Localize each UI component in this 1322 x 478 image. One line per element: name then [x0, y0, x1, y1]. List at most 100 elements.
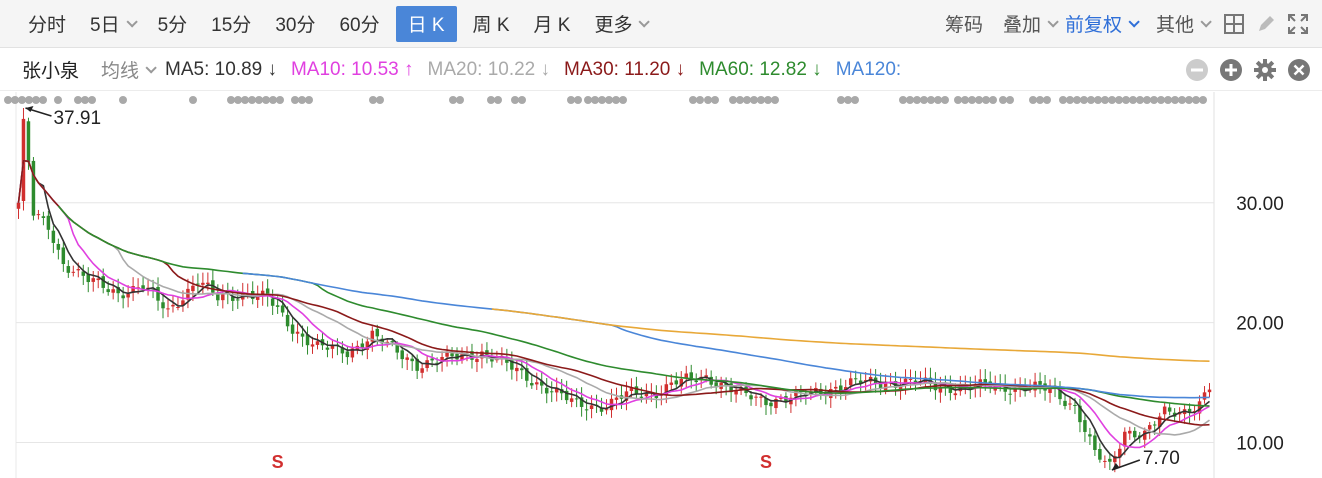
pen-icon[interactable]	[1250, 8, 1282, 40]
candle-body	[634, 386, 639, 395]
candle-body	[834, 386, 838, 389]
chevron-down-icon	[1200, 15, 1212, 28]
candle-body	[295, 331, 300, 334]
ma-item-3: MA30: 11.20 ↓	[564, 58, 686, 80]
event-dot	[999, 96, 1007, 104]
event-dot	[39, 96, 47, 104]
tab-period-4[interactable]: 30分	[263, 6, 327, 42]
candle-body	[530, 383, 534, 386]
candle-body	[535, 382, 539, 385]
chevron-down-icon	[145, 61, 157, 74]
candle-body	[71, 271, 76, 273]
candle-body	[589, 405, 594, 410]
event-dot	[32, 96, 40, 104]
candle-body	[430, 358, 434, 361]
event-dot	[88, 96, 96, 104]
fullscreen-icon[interactable]	[1282, 8, 1314, 40]
overlay-button[interactable]: 叠加	[993, 6, 1065, 42]
candle-body	[176, 307, 180, 309]
event-dot	[584, 96, 592, 104]
event-dot	[1143, 96, 1151, 104]
candle-body	[1073, 404, 1077, 406]
event-dot	[54, 96, 62, 104]
event-dot	[25, 96, 33, 104]
candle-body	[853, 378, 858, 380]
candle-body	[221, 294, 225, 301]
candle-body	[1103, 460, 1107, 462]
event-dot	[1043, 96, 1051, 104]
tab-period-2[interactable]: 5分	[146, 6, 200, 42]
candle-body	[549, 391, 554, 393]
tab-period-7[interactable]: 周 K	[461, 6, 522, 42]
candle-body	[1133, 430, 1137, 438]
tab-period-label: 30分	[275, 15, 316, 36]
event-dot	[591, 96, 599, 104]
tab-period-6[interactable]: 日 K	[395, 5, 457, 42]
minus-icon[interactable]	[1182, 55, 1212, 85]
event-dot	[1073, 96, 1081, 104]
event-dot	[934, 96, 942, 104]
event-dot	[449, 96, 457, 104]
event-dot	[1164, 96, 1172, 104]
event-dot	[764, 96, 772, 104]
event-dot	[941, 96, 949, 104]
candle-body	[285, 314, 290, 327]
candle-body	[16, 202, 21, 209]
event-dot	[276, 96, 284, 104]
sell-signal: S	[760, 452, 772, 472]
candle-body	[674, 380, 679, 385]
candle-body	[1202, 392, 1207, 400]
ma-selector-label: 均线	[101, 61, 140, 82]
ma-controls	[1182, 55, 1322, 85]
tab-period-5[interactable]: 60分	[327, 6, 391, 42]
event-dot	[619, 96, 627, 104]
chips-button[interactable]: 筹码	[935, 6, 993, 42]
event-dot	[598, 96, 606, 104]
adjust-button[interactable]: 前复权	[1065, 6, 1146, 42]
candle-body	[236, 299, 240, 301]
overlay-label: 叠加	[1002, 15, 1041, 36]
event-dot	[696, 96, 704, 104]
event-dot	[1171, 96, 1179, 104]
tab-period-9[interactable]: 更多	[582, 6, 658, 42]
gear-icon[interactable]	[1250, 55, 1280, 85]
candle-body	[91, 278, 95, 282]
grid-icon[interactable]	[1218, 8, 1250, 40]
ma-selector[interactable]: 均线	[101, 56, 165, 83]
candle-body	[1207, 389, 1212, 393]
event-dot	[1115, 96, 1123, 104]
candle-body	[290, 324, 295, 334]
candle-body	[420, 368, 424, 373]
close-icon[interactable]	[1284, 55, 1314, 85]
event-dot	[4, 96, 12, 104]
event-dot	[1101, 96, 1109, 104]
candle-body	[191, 285, 195, 292]
event-dot	[291, 96, 299, 104]
tab-period-1[interactable]: 5日	[78, 6, 146, 42]
event-dot	[1066, 96, 1074, 104]
plus-icon[interactable]	[1216, 55, 1246, 85]
kline-chart[interactable]: 10.00 20.00 30.00 37.91 7.70 S S	[0, 92, 1322, 478]
candle-body	[838, 385, 843, 391]
event-dot	[1006, 96, 1014, 104]
event-dot	[255, 96, 263, 104]
event-dot	[837, 96, 845, 104]
candle-body	[405, 357, 409, 360]
candle-body	[749, 395, 753, 400]
y-tick-label: 30.00	[1236, 194, 1284, 215]
candle-body	[604, 409, 609, 411]
candle-body	[953, 393, 958, 396]
adjust-label: 前复权	[1064, 15, 1122, 36]
y-tick-label: 10.00	[1236, 433, 1284, 454]
candle-body	[689, 372, 693, 379]
low-label: 7.70	[1143, 448, 1180, 469]
tab-period-8[interactable]: 月 K	[522, 6, 583, 42]
candle-body	[216, 294, 220, 301]
event-dot	[736, 96, 744, 104]
event-dot	[119, 96, 127, 104]
tab-period-3[interactable]: 15分	[199, 6, 263, 42]
other-button[interactable]: 其他	[1146, 6, 1218, 42]
event-dot	[1178, 96, 1186, 104]
candle-body	[270, 298, 275, 306]
tab-period-0[interactable]: 分时	[16, 6, 78, 42]
